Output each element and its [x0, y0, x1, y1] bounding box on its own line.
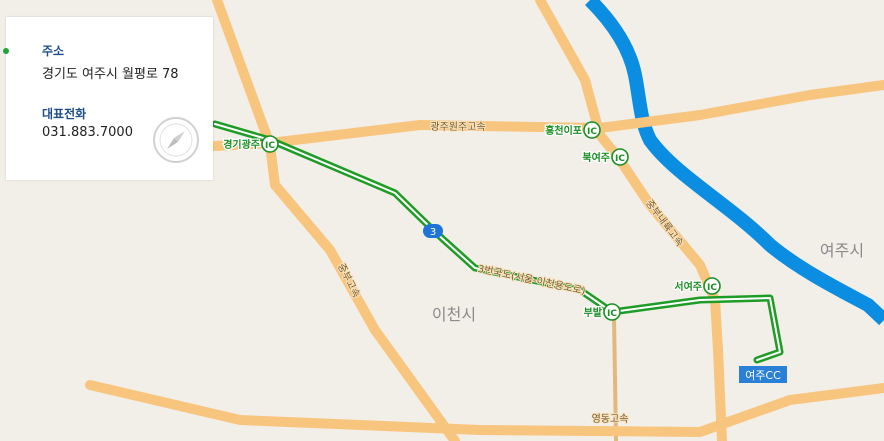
info-panel: 주소 경기도 여주시 월평로 78 대표전화 031.883.7000 — [3, 17, 213, 180]
phone-label: 대표전화 — [42, 107, 87, 121]
destination-marker[interactable]: 여주CC — [739, 366, 787, 383]
svg-text:북여주: 북여주 — [582, 151, 610, 164]
route-shield-3: 3 — [423, 224, 443, 238]
svg-text:IC: IC — [265, 141, 275, 151]
label-gwangju-wonju: 광주원주고속 — [430, 121, 485, 133]
svg-text:3: 3 — [430, 227, 436, 238]
compass-icon[interactable] — [152, 116, 200, 164]
svg-text:서여주: 서여주 — [674, 280, 702, 293]
svg-text:흥천이포: 흥천이포 — [545, 124, 582, 137]
svg-text:IC: IC — [707, 283, 717, 293]
svg-text:경기광주: 경기광주 — [223, 138, 260, 151]
place-yeoju: 여주시 — [820, 241, 864, 260]
destination-label: 여주CC — [745, 369, 781, 382]
panel-pin-dot — [3, 48, 9, 54]
phone-value[interactable]: 031.883.7000 — [42, 125, 133, 140]
svg-text:IC: IC — [607, 309, 617, 319]
label-yeongdong: 영동고속 — [592, 413, 629, 425]
svg-text:부발: 부발 — [584, 306, 603, 319]
svg-text:IC: IC — [615, 154, 625, 164]
place-icheon: 이천시 — [432, 305, 476, 324]
address-value: 경기도 여주시 월평로 78 — [42, 67, 179, 82]
address-label: 주소 — [42, 44, 65, 58]
svg-text:IC: IC — [587, 127, 597, 137]
